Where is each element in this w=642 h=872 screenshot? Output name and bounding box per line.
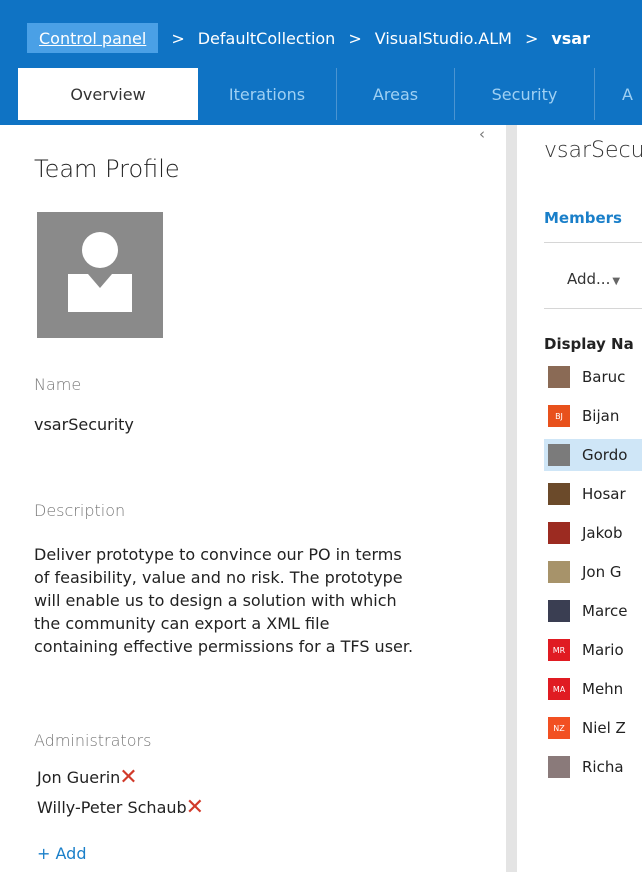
member-photo-avatar	[548, 366, 570, 388]
tab-alerts-truncated[interactable]: A	[595, 68, 642, 120]
add-member-label: Add...	[567, 270, 611, 288]
member-photo-avatar	[548, 756, 570, 778]
member-initials-avatar: MR	[548, 639, 570, 661]
collapse-pane-icon[interactable]: ‹	[479, 125, 485, 143]
dropdown-caret-icon: ▼	[612, 276, 621, 287]
team-name-value[interactable]: vsarSecurity	[34, 415, 134, 434]
tab-security[interactable]: Security	[455, 68, 595, 120]
member-row[interactable]: Marce	[544, 595, 642, 627]
breadcrumb-separator: >	[524, 28, 539, 48]
member-display-name: Niel Z	[582, 719, 626, 737]
top-navigation-bar: Control panel > DefaultCollection > Visu…	[0, 0, 642, 125]
member-initials-avatar: MA	[548, 678, 570, 700]
member-display-name: Hosar	[582, 485, 626, 503]
member-row[interactable]: MA Mehn	[544, 673, 642, 705]
member-display-name: Jakob	[582, 524, 623, 542]
member-display-name: Mehn	[582, 680, 624, 698]
remove-administrator-icon[interactable]: ✕	[119, 766, 137, 788]
tab-areas[interactable]: Areas	[337, 68, 455, 120]
tab-overview[interactable]: Overview	[18, 68, 198, 120]
member-photo-avatar	[548, 522, 570, 544]
member-photo-avatar	[548, 444, 570, 466]
description-label: Description	[34, 501, 126, 520]
member-display-name: Baruc	[582, 368, 626, 386]
member-row[interactable]: Jakob	[544, 517, 642, 549]
pane-splitter[interactable]	[506, 125, 517, 872]
add-administrator-link[interactable]: + Add	[37, 844, 86, 863]
toolbar-divider	[544, 308, 642, 309]
member-row[interactable]: Gordo	[544, 439, 642, 471]
member-display-name: Gordo	[582, 446, 628, 464]
administrator-item: Jon Guerin ✕	[37, 766, 138, 788]
member-display-name: Mario	[582, 641, 624, 659]
member-row[interactable]: Jon G	[544, 556, 642, 588]
breadcrumb-collection-link[interactable]: DefaultCollection	[198, 29, 336, 48]
members-tab-divider	[544, 242, 642, 243]
member-photo-avatar	[548, 483, 570, 505]
member-row[interactable]: Richa	[544, 751, 642, 783]
member-display-name: Jon G	[582, 563, 622, 581]
breadcrumb-control-panel-link[interactable]: Control panel	[27, 23, 159, 53]
administrator-item: Willy-Peter Schaub ✕	[37, 796, 204, 818]
remove-administrator-icon[interactable]: ✕	[186, 796, 204, 818]
breadcrumb-separator: >	[171, 28, 185, 48]
avatar-notch-shape	[88, 274, 112, 288]
tab-members[interactable]: Members	[544, 209, 622, 227]
member-photo-avatar	[548, 561, 570, 583]
name-label: Name	[34, 375, 82, 394]
breadcrumb-separator: >	[348, 28, 362, 48]
member-row[interactable]: NZ Niel Z	[544, 712, 642, 744]
team-avatar-image[interactable]	[37, 212, 163, 338]
tab-iterations[interactable]: Iterations	[198, 68, 337, 120]
administrator-name: Jon Guerin	[37, 768, 121, 787]
description-value[interactable]: Deliver prototype to convince our PO in …	[34, 543, 414, 658]
avatar-head-shape	[82, 232, 118, 268]
member-row[interactable]: Baruc	[544, 361, 642, 393]
display-name-column-header[interactable]: Display Na	[544, 335, 634, 353]
administrators-label: Administrators	[34, 731, 152, 750]
admin-tabs: Overview Iterations Areas Security A	[18, 68, 642, 120]
member-initials-avatar: NZ	[548, 717, 570, 739]
page-title: Team Profile	[34, 155, 180, 183]
breadcrumb: Control panel > DefaultCollection > Visu…	[0, 8, 590, 68]
member-display-name: Marce	[582, 602, 628, 620]
member-photo-avatar	[548, 600, 570, 622]
breadcrumb-project-link[interactable]: VisualStudio.ALM	[375, 29, 512, 48]
member-row[interactable]: Hosar	[544, 478, 642, 510]
member-initials-avatar: BJ	[548, 405, 570, 427]
team-name-heading: vsarSecu	[544, 138, 642, 163]
team-members-pane: vsarSecu Members Add... ▼ Display Na Baru…	[517, 125, 642, 872]
member-row[interactable]: BJ Bijan	[544, 400, 642, 432]
member-display-name: Richa	[582, 758, 624, 776]
member-row[interactable]: MR Mario	[544, 634, 642, 666]
administrator-name: Willy-Peter Schaub	[37, 798, 187, 817]
team-profile-pane: ‹ Team Profile Name vsarSecurity Descrip…	[0, 125, 506, 872]
member-display-name: Bijan	[582, 407, 620, 425]
add-member-menu[interactable]: Add... ▼	[567, 270, 620, 288]
breadcrumb-current-team[interactable]: vsar	[551, 29, 590, 48]
